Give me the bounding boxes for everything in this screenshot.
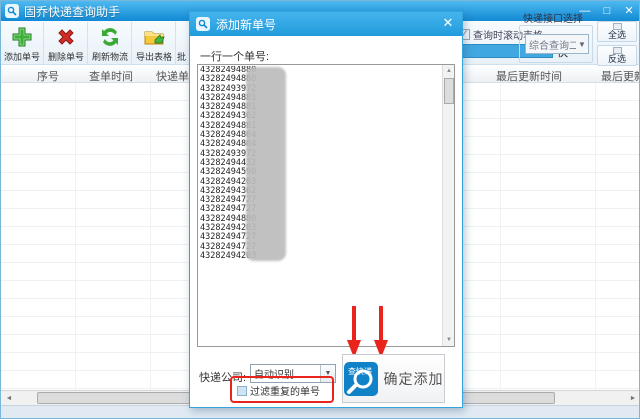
invert-select-button[interactable]: 反选 [597,45,637,66]
interface-group-title: 快递接口选择 [523,10,583,25]
clipped-toolbar-button[interactable]: 批 [177,22,189,64]
one-per-line-label: 一行一个单号: [200,48,269,64]
scroll-up-icon[interactable]: ▲ [443,65,455,77]
textarea-scrollbar-thumb[interactable] [444,78,454,104]
invert-select-label: 反选 [608,54,626,64]
toolbar-button-label: 批 [177,50,186,63]
col-header-last-update-time[interactable]: 最后更新时间 [496,68,562,84]
toolbar-button-label: 添加单号 [4,50,40,63]
delete-tracking-button[interactable]: 删除单号 [45,22,88,64]
add-tracking-button[interactable]: 添加单号 [1,22,44,64]
interface-selected-value: 综合查询二 [526,37,576,52]
dialog-logo-icon [196,17,210,31]
interface-select[interactable]: 综合查询二 ▼ [525,34,589,54]
delete-x-icon [54,25,78,49]
confirm-add-label: 确定添加 [384,369,444,389]
select-all-button[interactable]: 全选 [597,21,637,42]
scroll-right-icon[interactable]: ► [626,392,640,405]
confirm-add-button[interactable]: 查快递 确定添加 [342,354,445,403]
dialog-title: 添加新单号 [216,16,276,33]
annotation-arrow-left [346,306,362,358]
toolbar-button-label: 刷新物流 [92,50,128,63]
scroll-left-icon[interactable]: ◄ [2,392,16,405]
filter-duplicates-checkbox[interactable]: 过滤重复的单号 [237,383,320,398]
app-window: 固乔快递查询助手 — □ ✕ 添加单号 删除单号 刷新物流 [0,0,640,419]
annotation-arrow-right [373,306,389,358]
refresh-icon [98,25,122,49]
close-button[interactable]: ✕ [621,4,637,18]
filter-duplicates-label: 过滤重复的单号 [250,383,320,398]
refresh-logistics-button[interactable]: 刷新物流 [89,22,132,64]
select-all-icon [613,23,622,30]
redaction-blur [246,67,286,261]
window-title: 固乔快递查询助手 [24,3,120,20]
chakuaidi-logo-icon: 查快递 [344,362,378,396]
tracking-numbers-text: 43282494880 43282494880 43282493972 4328… [200,66,432,344]
chevron-down-icon: ▼ [576,40,588,49]
select-all-label: 全选 [608,30,626,40]
toolbar-button-label: 导出表格 [136,50,172,63]
scroll-down-icon[interactable]: ▼ [443,334,455,346]
maximize-button[interactable]: □ [599,4,615,18]
col-header-index[interactable]: 序号 [37,68,59,84]
export-folder-icon [142,25,166,49]
checkbox-filled-icon [237,386,247,396]
col-header-query-time[interactable]: 查单时间 [89,68,133,84]
svg-text:查快递: 查快递 [348,366,372,376]
col-header-last-update-status[interactable]: 最后更新物流 [601,68,640,84]
textarea-vertical-scrollbar[interactable]: ▲ ▼ [442,65,454,346]
app-logo-icon [5,4,19,18]
add-plus-icon [10,25,34,49]
dialog-titlebar: 添加新单号 ✕ [190,12,462,36]
clipped-icon [177,25,189,49]
export-table-button[interactable]: 导出表格 [133,22,176,64]
window-controls: — □ ✕ [577,1,637,21]
dialog-close-button[interactable]: ✕ [440,15,456,31]
tracking-numbers-textarea[interactable]: 43282494880 43282494880 43282493972 4328… [197,64,455,347]
invert-select-icon [613,47,622,54]
add-numbers-dialog: 添加新单号 ✕ 一行一个单号: 43282494880 43282494880 … [189,11,463,408]
toolbar-button-label: 删除单号 [48,50,84,63]
